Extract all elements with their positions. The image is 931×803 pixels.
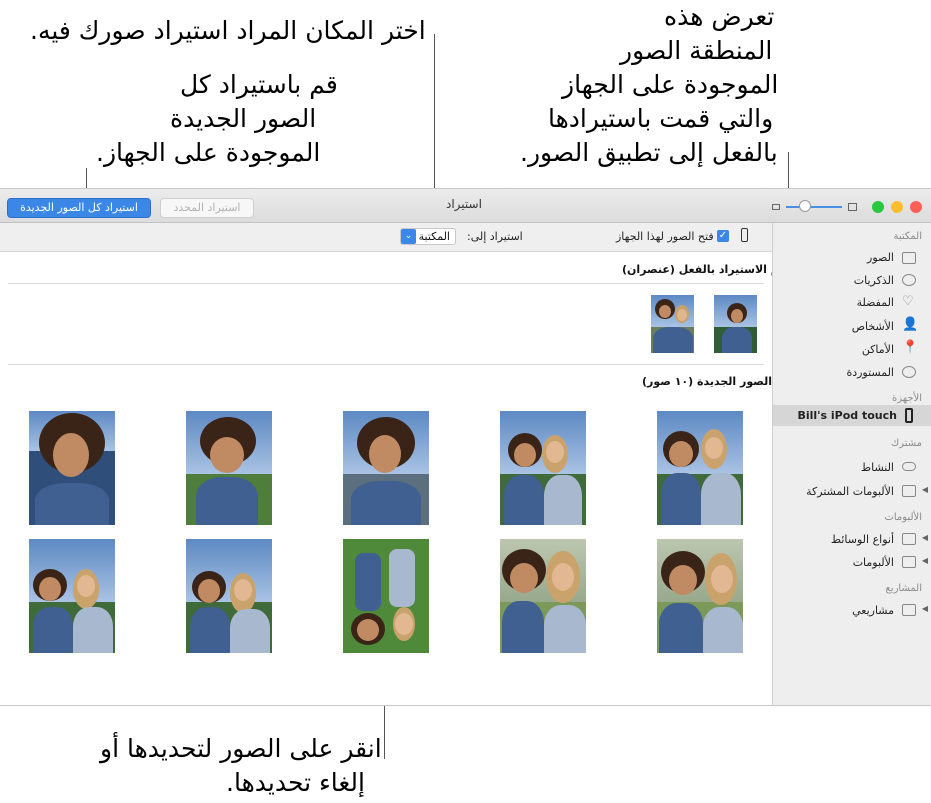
small-size-icon[interactable] xyxy=(772,204,780,210)
person-icon: 👤 xyxy=(902,317,919,332)
divider xyxy=(8,364,764,365)
new-photo[interactable] xyxy=(343,411,429,525)
new-photos-title: الصور الجديدة (١٠ صور) xyxy=(642,375,772,388)
device-phone-icon xyxy=(741,228,748,242)
import-destination-select[interactable]: ⌄ المكتبة xyxy=(400,228,456,245)
title-bar: استيراد كل الصور الجديدة استيراد المحدد … xyxy=(0,189,931,223)
folder-icon xyxy=(902,533,916,545)
sidebar-header-projects: المشاريع xyxy=(885,583,922,594)
callout-area-line4: والتي قمت باستيرادها xyxy=(548,104,774,133)
callout-choose-location: اختر المكان المراد استيراد صورك فيه. xyxy=(30,16,426,45)
sidebar-item-activity[interactable]: النشاط xyxy=(861,461,894,474)
already-imported-title: تم الاستيراد بالفعل (عنصران) xyxy=(622,263,784,276)
divider xyxy=(8,283,764,284)
new-photo[interactable] xyxy=(29,539,115,653)
new-photo[interactable] xyxy=(186,539,272,653)
sidebar-header-devices: الأجهزة xyxy=(891,393,922,404)
sidebar-item-imports[interactable]: المستوردة xyxy=(846,366,894,379)
zoom-slider-knob[interactable] xyxy=(799,200,811,212)
window-title: استيراد xyxy=(446,197,482,211)
sidebar-item-people[interactable]: الأشخاص xyxy=(852,320,894,333)
pin-icon: 📍 xyxy=(902,340,919,355)
minimize-window-button[interactable] xyxy=(891,201,903,213)
callout-click-line1: انقر على الصور لتحديدها أو xyxy=(100,734,382,763)
chevron-down-icon: ⌄ xyxy=(401,229,416,244)
new-photo[interactable] xyxy=(500,539,586,653)
new-photo[interactable] xyxy=(657,411,743,525)
photos-icon xyxy=(902,252,916,264)
clock-icon xyxy=(902,366,916,378)
ipod-icon xyxy=(905,408,913,423)
callout-area-line2: المنطقة الصور xyxy=(620,36,773,65)
new-photo[interactable] xyxy=(29,411,115,525)
sidebar-item-media-types[interactable]: أنواع الوسائط xyxy=(831,533,894,546)
close-window-button[interactable] xyxy=(910,201,922,213)
cloud-icon xyxy=(902,462,916,471)
sidebar-header-library: المكتبة xyxy=(893,231,922,242)
photos-import-window: استيراد كل الصور الجديدة استيراد المحدد … xyxy=(0,188,931,706)
callout-area-line1: تعرض هذه xyxy=(664,2,775,31)
large-size-icon[interactable] xyxy=(848,203,857,211)
imported-photo[interactable] xyxy=(714,295,757,353)
sidebar-header-shared: مشترك xyxy=(890,438,922,449)
sidebar-item-photos[interactable]: الصور xyxy=(867,251,894,264)
new-photo[interactable] xyxy=(657,539,743,653)
disclosure-triangle-icon[interactable]: ◀ xyxy=(922,604,928,613)
new-photo[interactable] xyxy=(186,411,272,525)
sidebar-header-albums: الألبومات xyxy=(884,512,922,523)
import-selected-button[interactable]: استيراد المحدد xyxy=(160,198,254,218)
import-options-bar: ✓ فتح الصور لهذا الجهاز استيراد إلى: ⌄ ا… xyxy=(0,223,772,252)
callout-click-line2: إلغاء تحديدها. xyxy=(226,768,365,797)
disclosure-triangle-icon[interactable]: ◀ xyxy=(922,533,928,542)
sidebar-item-favorites[interactable]: المفضلة xyxy=(857,296,894,309)
callout-import-all-line3: الموجودة على الجهاز. xyxy=(96,138,321,167)
callout-area-line5: بالفعل إلى تطبيق الصور. xyxy=(520,138,778,167)
open-photos-label: فتح الصور لهذا الجهاز xyxy=(616,230,714,243)
memories-icon xyxy=(902,274,916,286)
sidebar-item-albums[interactable]: الألبومات xyxy=(853,556,894,569)
sidebar-item-my-projects[interactable]: مشاريعي xyxy=(852,604,894,617)
new-photo[interactable] xyxy=(343,539,429,653)
zoom-window-button[interactable] xyxy=(872,201,884,213)
callout-import-all-line1: قم باستيراد كل xyxy=(180,70,338,99)
folder-icon xyxy=(902,485,916,497)
callout-import-all-line2: الصور الجديدة xyxy=(170,104,317,133)
sidebar: المكتبة الصور الذكريات ♡ المفضلة 👤 الأشخ… xyxy=(772,223,931,705)
import-to-label: استيراد إلى: xyxy=(467,230,523,243)
sidebar-item-memories[interactable]: الذكريات xyxy=(854,274,894,287)
disclosure-triangle-icon[interactable]: ◀ xyxy=(922,556,928,565)
folder-icon xyxy=(902,604,916,616)
sidebar-item-places[interactable]: الأماكن xyxy=(862,343,894,356)
import-destination-value: المكتبة xyxy=(418,230,450,243)
heart-icon: ♡ xyxy=(902,294,914,309)
new-photo[interactable] xyxy=(500,411,586,525)
open-photos-checkbox[interactable]: ✓ xyxy=(717,230,729,242)
callout-area-line3: الموجودة على الجهاز xyxy=(562,70,779,99)
import-all-new-button[interactable]: استيراد كل الصور الجديدة xyxy=(7,198,151,218)
sidebar-item-shared-albums[interactable]: الألبومات المشتركة xyxy=(806,485,894,498)
disclosure-triangle-icon[interactable]: ◀ xyxy=(922,485,928,494)
folder-icon xyxy=(902,556,916,568)
imported-photo[interactable] xyxy=(651,295,694,353)
import-main-area: ✓ فتح الصور لهذا الجهاز استيراد إلى: ⌄ ا… xyxy=(0,223,784,705)
zoom-slider[interactable] xyxy=(786,206,842,208)
device-name: Bill's iPod touch xyxy=(797,409,897,422)
